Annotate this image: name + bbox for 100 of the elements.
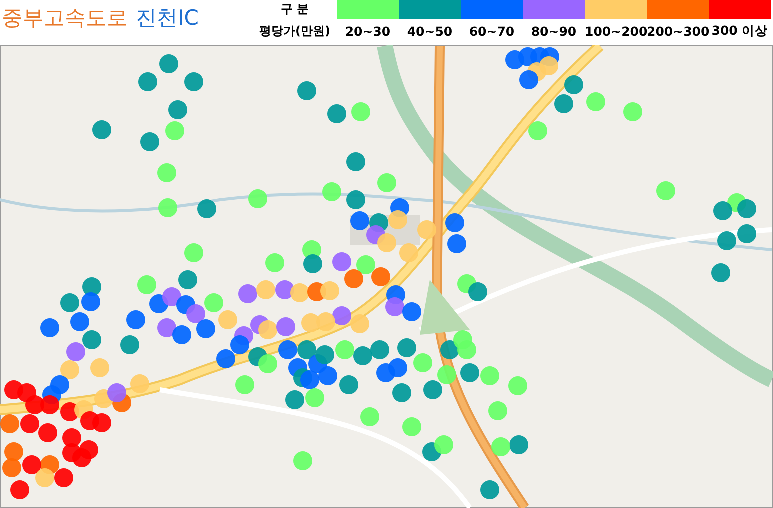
price-dot bbox=[332, 252, 352, 272]
price-dot bbox=[400, 244, 418, 262]
price-dot bbox=[446, 214, 464, 232]
price-dot bbox=[398, 338, 416, 358]
legend-header: 구 분 bbox=[280, 1, 310, 18]
price-dot bbox=[108, 384, 126, 402]
price-dot bbox=[184, 72, 204, 92]
price-dot bbox=[440, 340, 460, 360]
legend-label: 40~50 bbox=[406, 24, 454, 38]
legend-label: 200~300 bbox=[647, 24, 709, 38]
price-dot bbox=[38, 424, 58, 442]
price-dot bbox=[738, 200, 756, 218]
price-dot bbox=[10, 480, 30, 500]
price-dot bbox=[332, 306, 352, 326]
price-dot bbox=[480, 480, 500, 500]
price-dot bbox=[60, 294, 80, 312]
price-dot bbox=[340, 376, 358, 394]
price-dot bbox=[378, 174, 396, 192]
price-dot bbox=[158, 164, 176, 182]
price-dot bbox=[66, 342, 86, 362]
price-dot bbox=[26, 396, 44, 414]
price-dot bbox=[492, 438, 510, 456]
price-dot bbox=[402, 302, 422, 322]
price-dot bbox=[468, 282, 488, 302]
price-dot bbox=[438, 366, 456, 384]
price-dot bbox=[162, 288, 182, 306]
price-dot bbox=[388, 210, 408, 230]
price-dot bbox=[300, 370, 320, 390]
price-dot bbox=[528, 122, 548, 140]
price-dot bbox=[328, 104, 346, 124]
price-dot bbox=[256, 280, 276, 300]
price-dot bbox=[352, 102, 370, 122]
price-dot bbox=[2, 458, 22, 478]
price-dot bbox=[166, 122, 184, 140]
price-dot bbox=[70, 312, 90, 332]
price-dot bbox=[238, 284, 258, 304]
price-dot bbox=[276, 318, 296, 336]
price-dot bbox=[508, 376, 528, 396]
price-dot bbox=[82, 330, 102, 350]
price-dot bbox=[230, 336, 250, 354]
price-dot bbox=[378, 234, 396, 252]
price-dot bbox=[168, 100, 188, 120]
price-dot bbox=[216, 350, 236, 368]
price-dot bbox=[564, 76, 584, 94]
price-dot bbox=[624, 102, 642, 122]
price-dot bbox=[316, 346, 334, 364]
price-dot bbox=[388, 358, 408, 378]
price-dot bbox=[350, 314, 370, 334]
legend-label: 300 이상 bbox=[710, 22, 770, 40]
legend-label: 20~30 bbox=[344, 24, 392, 38]
price-dot bbox=[336, 340, 354, 360]
price-dot bbox=[286, 390, 304, 410]
price-dot bbox=[22, 456, 42, 474]
price-dot bbox=[126, 310, 146, 330]
price-dot bbox=[276, 280, 294, 300]
price-dot bbox=[218, 310, 238, 330]
price-dot bbox=[298, 82, 316, 100]
price-dot bbox=[120, 336, 140, 354]
price-dot bbox=[354, 346, 372, 366]
price-dot bbox=[60, 360, 80, 380]
price-dot bbox=[718, 232, 736, 250]
price-dot bbox=[138, 276, 156, 294]
price-dot bbox=[360, 408, 380, 426]
title-text: 중부고속도로 bbox=[2, 5, 128, 32]
price-dot bbox=[92, 414, 112, 432]
price-dot bbox=[386, 298, 404, 316]
price-dot bbox=[178, 270, 198, 290]
price-dot bbox=[344, 270, 364, 288]
price-dot bbox=[92, 120, 112, 140]
price-dot bbox=[36, 468, 54, 488]
price-dot bbox=[346, 190, 366, 210]
price-dot bbox=[204, 294, 224, 312]
title-text: 진천IC bbox=[136, 5, 199, 32]
price-dot bbox=[454, 330, 472, 350]
price-dot bbox=[304, 254, 322, 274]
price-dot bbox=[290, 284, 310, 302]
price-dot bbox=[294, 452, 312, 470]
price-dot bbox=[80, 440, 98, 460]
legend-label: 60~70 bbox=[468, 24, 516, 38]
price-dot bbox=[158, 318, 176, 338]
price-dot bbox=[480, 366, 500, 386]
price-dot bbox=[322, 182, 342, 202]
price-dot bbox=[130, 374, 150, 394]
price-dot bbox=[392, 384, 412, 402]
price-dot bbox=[306, 388, 324, 408]
legend-unit: 평당가(만원) bbox=[258, 22, 332, 40]
legend-label: 100~200 bbox=[585, 24, 647, 38]
price-dot bbox=[402, 418, 422, 436]
price-dot bbox=[714, 202, 732, 220]
price-dot bbox=[586, 92, 606, 112]
price-dot bbox=[54, 468, 74, 488]
price-dot bbox=[278, 340, 298, 360]
price-dot bbox=[82, 292, 100, 312]
price-dot bbox=[318, 366, 338, 386]
price-dot bbox=[448, 234, 466, 254]
price-dot bbox=[138, 72, 158, 92]
price-dot bbox=[160, 54, 178, 74]
price-dot bbox=[712, 264, 730, 282]
price-dot bbox=[510, 436, 528, 454]
price-dot bbox=[266, 254, 284, 272]
